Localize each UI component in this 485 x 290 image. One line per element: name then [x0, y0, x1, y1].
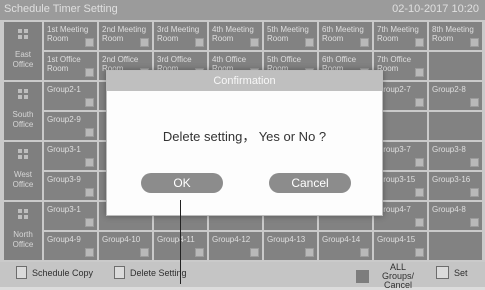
cancel-button[interactable]: Cancel	[269, 173, 351, 193]
ok-button[interactable]: OK	[141, 173, 223, 193]
dialog-message: Delete setting， Yes or No ?	[162, 129, 327, 144]
dialog-title: Confirmation	[107, 71, 382, 91]
confirmation-dialog: Confirmation Delete setting， Yes or No ?…	[106, 70, 383, 216]
pointer-line	[180, 200, 181, 284]
